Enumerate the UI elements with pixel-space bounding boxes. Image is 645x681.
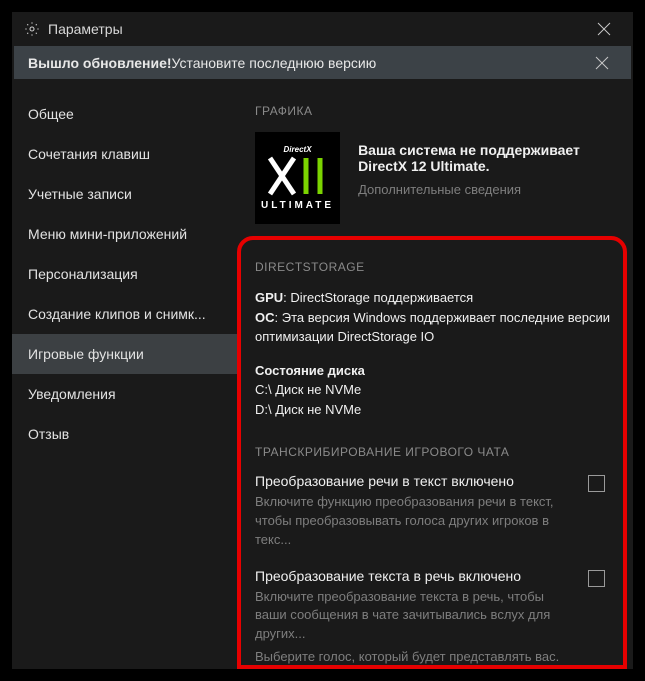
badge-ultimate-label: ULTIMATE: [261, 200, 334, 211]
disk-c-status: C:\ Диск не NVMe: [255, 380, 615, 400]
chat-option-tts-title: Преобразование текста в речь включено: [255, 568, 567, 584]
chat-option-tts-desc2: Выберите голос, который будет представля…: [255, 648, 567, 669]
sidebar-item-shortcuts[interactable]: Сочетания клавиш: [12, 134, 237, 174]
update-banner: Вышло обновление! Установите последнюю в…: [14, 46, 631, 80]
directstorage-gpu: GPU: DirectStorage поддерживается: [255, 288, 615, 308]
settings-window: Параметры Вышло обновление! Установите п…: [12, 12, 633, 669]
sidebar-item-captures[interactable]: Создание клипов и снимк...: [12, 294, 237, 334]
sidebar-item-general[interactable]: Общее: [12, 94, 237, 134]
chat-option-stt-title: Преобразование речи в текст включено: [255, 473, 567, 489]
directstorage-os: ОС: Эта версия Windows поддерживает посл…: [255, 308, 615, 347]
chat-option-tts-desc: Включите преобразование текста в речь, ч…: [255, 588, 567, 645]
sidebar-item-widgets-menu[interactable]: Меню мини-приложений: [12, 214, 237, 254]
directx-more-link[interactable]: Дополнительные сведения: [358, 182, 615, 197]
directx-row: DirectX ULTIMA: [255, 132, 615, 224]
update-text-2[interactable]: Установите последнюю версию: [172, 55, 377, 71]
disk-status-heading: Состояние диска: [255, 361, 615, 381]
sidebar-item-notifications[interactable]: Уведомления: [12, 374, 237, 414]
content-pane: ГРАФИКА DirectX: [237, 80, 633, 669]
badge-directx-label: DirectX: [284, 145, 312, 154]
directx-message: Ваша система не поддерживает DirectX 12 …: [358, 142, 615, 174]
chat-option-stt: Преобразование речи в текст включено Вкл…: [255, 473, 615, 550]
directx-badge: DirectX ULTIMA: [255, 132, 340, 224]
section-heading-directstorage: DIRECTSTORAGE: [255, 260, 615, 274]
disk-d-status: D:\ Диск не NVMe: [255, 400, 615, 420]
window-title: Параметры: [48, 21, 123, 37]
chat-option-stt-checkbox[interactable]: [588, 475, 605, 492]
sidebar-item-personalization[interactable]: Персонализация: [12, 254, 237, 294]
chat-option-tts: Преобразование текста в речь включено Вк…: [255, 568, 615, 669]
banner-close-icon[interactable]: [595, 56, 623, 70]
update-text-1: Вышло обновление!: [28, 55, 172, 71]
section-heading-chat: ТРАНСКРИБИРОВАНИЕ ИГРОВОГО ЧАТА: [255, 445, 615, 459]
close-icon[interactable]: [597, 22, 625, 36]
badge-xii-icon: [264, 154, 332, 198]
titlebar: Параметры: [12, 12, 633, 46]
chat-option-tts-checkbox[interactable]: [588, 570, 605, 587]
sidebar-item-gaming-features[interactable]: Игровые функции: [12, 334, 237, 374]
sidebar: Общее Сочетания клавиш Учетные записи Ме…: [12, 80, 237, 669]
sidebar-item-accounts[interactable]: Учетные записи: [12, 174, 237, 214]
chat-option-stt-desc: Включите функцию преобразования речи в т…: [255, 493, 567, 550]
gear-icon: [24, 21, 40, 37]
sidebar-item-feedback[interactable]: Отзыв: [12, 414, 237, 454]
section-heading-graphics: ГРАФИКА: [255, 104, 615, 118]
